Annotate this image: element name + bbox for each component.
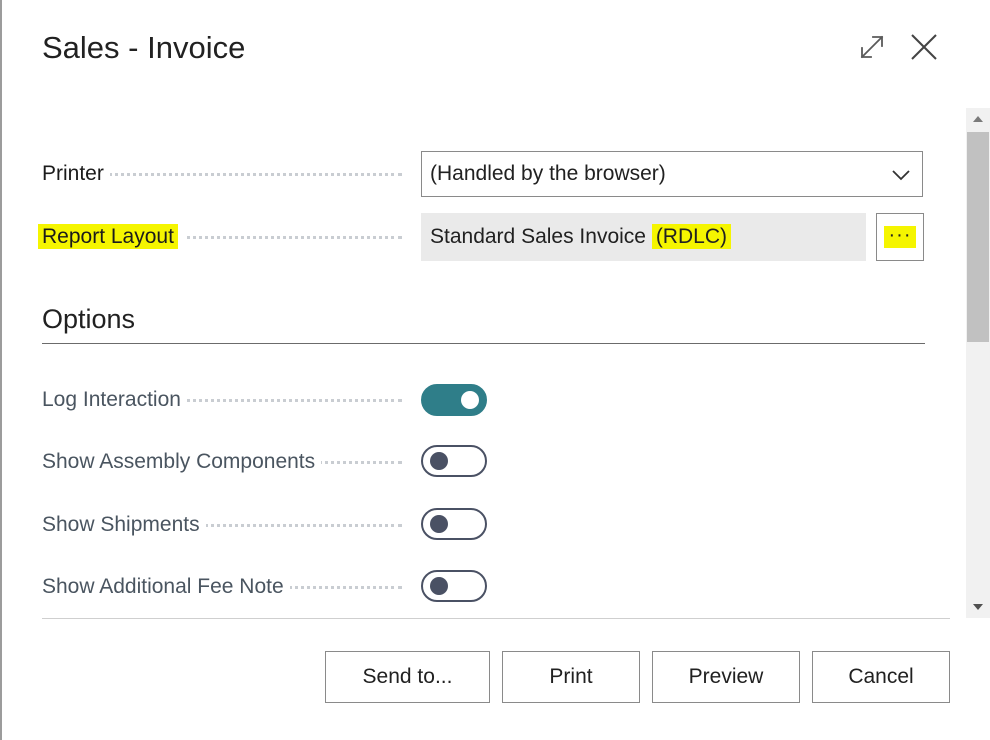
report-layout-row: Report Layout — [38, 217, 402, 257]
report-layout-field[interactable]: Standard Sales Invoice (RDLC) — [421, 213, 866, 261]
option-row-log-interaction: Log Interaction — [42, 380, 402, 420]
printer-select-value: (Handled by the browser) — [430, 162, 666, 185]
vertical-scrollbar[interactable] — [966, 108, 990, 618]
report-request-dialog: Sales - Invoice Printer (Handled by the … — [0, 0, 990, 740]
send-to-button[interactable]: Send to... — [325, 651, 490, 703]
dialog-title: Sales - Invoice — [42, 30, 246, 65]
toggle-knob — [461, 391, 479, 409]
option-label-show-shipments: Show Shipments — [42, 513, 206, 537]
printer-label: Printer — [42, 162, 110, 186]
scrollbar-thumb[interactable] — [967, 132, 989, 342]
report-layout-label: Report Layout — [38, 224, 184, 249]
report-layout-lookup-button[interactable]: ··· — [876, 213, 924, 261]
triangle-up-icon[interactable] — [966, 108, 990, 130]
options-divider — [42, 343, 925, 344]
option-row-show-assembly-components: Show Assembly Components — [42, 442, 402, 482]
footer-divider — [42, 618, 950, 619]
options-section-title: Options — [42, 304, 136, 334]
chevron-down-icon — [892, 170, 910, 181]
option-label-show-assembly-components: Show Assembly Components — [42, 450, 322, 474]
report-layout-value: Standard Sales Invoice (RDLC) — [430, 224, 731, 249]
show-additional-fee-note-toggle[interactable] — [421, 570, 487, 602]
triangle-down-icon[interactable] — [966, 596, 990, 618]
toggle-knob — [430, 577, 448, 595]
more-options-icon: ··· — [884, 225, 916, 248]
option-row-show-additional-fee-note: Show Additional Fee Note — [42, 567, 402, 607]
show-assembly-components-toggle[interactable] — [421, 445, 487, 477]
log-interaction-toggle[interactable] — [421, 384, 487, 416]
report-layout-value-main: Standard Sales Invoice — [430, 225, 652, 248]
option-row-show-shipments: Show Shipments — [42, 505, 402, 545]
option-label-log-interaction: Log Interaction — [42, 388, 187, 412]
cancel-button[interactable]: Cancel — [812, 651, 950, 703]
preview-button[interactable]: Preview — [652, 651, 800, 703]
toggle-knob — [430, 515, 448, 533]
report-layout-value-highlight: (RDLC) — [651, 224, 731, 249]
report-layout-label-text: Report Layout — [38, 224, 178, 249]
show-shipments-toggle[interactable] — [421, 508, 487, 540]
printer-select[interactable]: (Handled by the browser) — [421, 151, 923, 197]
option-label-show-additional-fee-note: Show Additional Fee Note — [42, 575, 290, 599]
toggle-knob — [430, 452, 448, 470]
dialog-content: Printer (Handled by the browser) Report … — [0, 108, 962, 618]
close-icon[interactable] — [907, 30, 941, 64]
expand-icon[interactable] — [855, 30, 889, 64]
printer-row: Printer — [42, 154, 402, 194]
print-button[interactable]: Print — [502, 651, 640, 703]
